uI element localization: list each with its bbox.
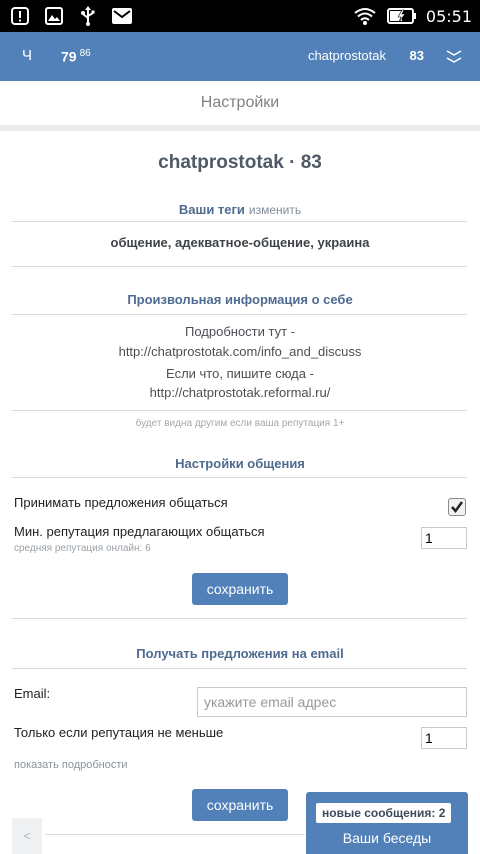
score-sup: 86 xyxy=(79,48,91,59)
min-reputation-input[interactable] xyxy=(421,527,467,549)
home-tab[interactable]: Ч xyxy=(22,47,32,64)
conversations-panel[interactable]: новые сообщения: 2 Ваши беседы xyxy=(306,792,468,854)
chevron-down-icon[interactable] xyxy=(444,46,464,66)
score-value: 79 xyxy=(61,48,77,65)
tags-value: общение, адекватное-общение, украина xyxy=(110,235,370,250)
show-details-link[interactable]: показать подробности xyxy=(14,759,128,771)
divider xyxy=(12,668,467,669)
status-bar: 05:51 xyxy=(0,0,480,32)
reputation-value[interactable]: 83 xyxy=(410,48,424,63)
edit-tags-link[interactable]: изменить xyxy=(249,203,301,217)
conversations-label[interactable]: Ваши беседы xyxy=(306,830,468,846)
usb-icon xyxy=(78,6,98,26)
page-title: Настройки xyxy=(200,94,280,111)
about-line-2: http://chatprostotak.com/info_and_discus… xyxy=(118,344,362,359)
email-placeholder: укажите email адрес xyxy=(204,694,337,710)
chat-settings-header: Настройки общения xyxy=(175,456,305,471)
battery-charging-icon xyxy=(386,6,418,26)
divider xyxy=(12,618,467,619)
min-reputation-label: Мин. репутация предлагающих общаться xyxy=(14,524,265,539)
profile-title: chatprostotak · 83 xyxy=(158,152,322,173)
about-line-4: http://chatprostotak.reformal.ru/ xyxy=(149,385,331,400)
image-icon xyxy=(44,6,64,26)
email-reputation-label: Только если репутация не меньше xyxy=(14,725,224,740)
notification-alert-icon xyxy=(10,6,30,26)
new-messages-badge[interactable]: новые сообщения: 2 xyxy=(316,803,452,823)
email-reputation-input[interactable] xyxy=(421,727,467,749)
back-button[interactable]: < xyxy=(12,818,42,854)
about-header: Произвольная информация о себе xyxy=(127,292,353,307)
divider xyxy=(45,834,305,835)
mail-icon xyxy=(112,6,132,26)
tags-header: Ваши теги изменить xyxy=(0,202,480,217)
about-line-3: Если что, пишите сюда - xyxy=(166,366,314,381)
accept-offers-checkbox[interactable] xyxy=(448,498,466,516)
save-email-settings-button[interactable]: сохранить xyxy=(192,789,288,821)
average-reputation-hint: средняя репутация онлайн: 6 xyxy=(14,543,151,554)
email-input[interactable]: укажите email адрес xyxy=(197,687,467,717)
email-label: Email: xyxy=(14,686,51,701)
wifi-icon xyxy=(352,6,378,26)
app-bar: Ч 79 86 chatprostotak 83 xyxy=(0,32,480,81)
visibility-note: будет видна другим если ваша репутация 1… xyxy=(135,418,345,429)
divider xyxy=(12,314,467,315)
tags-header-label: Ваши теги xyxy=(178,202,245,217)
divider xyxy=(12,266,467,267)
page-header: Настройки xyxy=(0,81,480,125)
divider xyxy=(12,221,467,222)
clock: 05:51 xyxy=(425,6,472,26)
about-line-1: Подробности тут - xyxy=(184,324,295,339)
save-chat-settings-button[interactable]: сохранить xyxy=(192,573,288,605)
divider xyxy=(12,410,467,411)
accept-offers-label: Принимать предложения общаться xyxy=(14,495,228,510)
divider xyxy=(12,477,467,478)
checkmark-icon xyxy=(451,501,464,514)
username-label[interactable]: chatprostotak xyxy=(308,48,386,63)
email-section-header: Получать предложения на email xyxy=(136,646,344,661)
score-counter[interactable]: 79 86 xyxy=(61,48,91,65)
settings-panel: chatprostotak · 83 Ваши теги изменить общ… xyxy=(0,131,480,854)
